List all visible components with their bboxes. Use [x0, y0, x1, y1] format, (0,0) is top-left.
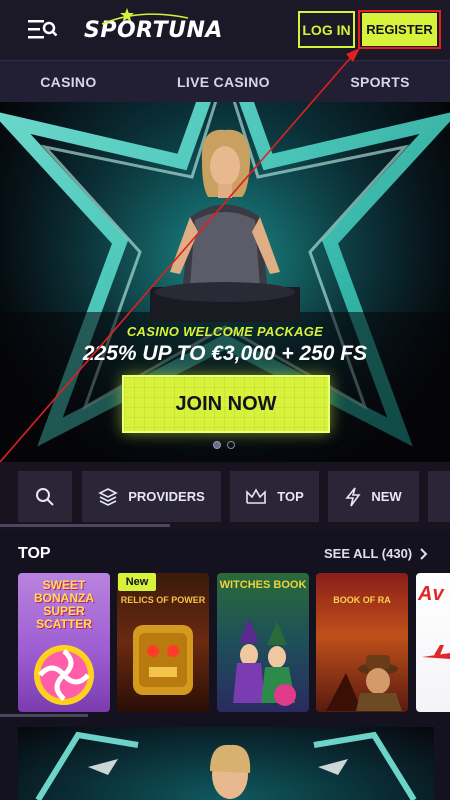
join-now-button[interactable]: JOIN NOW: [122, 375, 330, 433]
hero-subtitle: CASINO WELCOME PACKAGE: [126, 324, 324, 339]
carousel-dots: [213, 441, 235, 449]
golden-idol-graphic: [133, 625, 193, 695]
game-title: RELICS OF POWER: [120, 595, 206, 605]
filter-providers-label: PROVIDERS: [128, 489, 205, 504]
section-title-top: TOP: [18, 545, 51, 562]
filter-providers-button[interactable]: PROVIDERS: [82, 471, 221, 522]
search-icon: [36, 487, 54, 506]
layers-icon: [98, 487, 118, 506]
game-title: BOOK OF RA: [333, 595, 391, 605]
game-title: SWEET BONANZA SUPER SCATTER: [34, 578, 94, 631]
game-tile-relics-of-power[interactable]: RELICS OF POWER: [117, 573, 209, 712]
menu-search-icon[interactable]: [28, 18, 58, 42]
logo-swoosh: [101, 13, 189, 25]
hero-banner[interactable]: CASINO WELCOME PACKAGE 225% UP TO €3,000…: [0, 102, 450, 462]
see-all-link[interactable]: SEE ALL (430): [324, 546, 428, 561]
filter-top-button[interactable]: TOP: [230, 471, 319, 522]
see-all-label: SEE ALL (430): [324, 546, 413, 561]
game-title: WITCHES BOOK: [219, 579, 307, 591]
tiles-scroll-indicator: [0, 714, 88, 717]
plane-graphic: [422, 645, 450, 659]
carousel-dot-1[interactable]: [213, 441, 221, 449]
login-button[interactable]: LOG IN: [298, 11, 355, 48]
hero-title: 225% UP TO €3,000 + 250 FS: [82, 342, 368, 365]
lightning-icon: [345, 487, 361, 506]
hero-model-image: [150, 129, 300, 322]
crown-icon: [246, 487, 267, 504]
nav-casino[interactable]: CASINO: [40, 74, 96, 90]
carousel-dot-2[interactable]: [227, 441, 235, 449]
nav-sports[interactable]: SPORTS: [350, 74, 409, 90]
game-tile-aviator[interactable]: Av: [416, 573, 450, 712]
witches-graphic: [233, 618, 296, 706]
filter-search-button[interactable]: [18, 471, 72, 522]
lollipop-graphic: [34, 645, 94, 705]
new-badge: New: [118, 573, 156, 591]
filter-new-button[interactable]: NEW: [328, 471, 419, 522]
logo[interactable]: SPORTUNA: [84, 8, 223, 46]
main-nav: CASINO LIVE CASINO SPORTS: [0, 60, 450, 102]
nav-live-casino[interactable]: LIVE CASINO: [177, 74, 270, 90]
filters-scroll-indicator: [0, 524, 170, 527]
game-tile-sweet-bonanza[interactable]: SWEET BONANZA SUPER SCATTER: [18, 573, 110, 712]
promo-banner-2[interactable]: [18, 727, 434, 800]
register-button[interactable]: REGISTER: [362, 13, 437, 46]
game-title-partial: Av: [418, 583, 444, 605]
game-filters: PROVIDERS TOP NEW: [0, 462, 450, 530]
filter-more-button[interactable]: [428, 471, 450, 522]
filter-top-label: TOP: [277, 489, 304, 504]
register-button-highlight: REGISTER: [358, 10, 441, 49]
banner-star-graphic: [35, 731, 417, 800]
game-tile-book-of-ra[interactable]: BOOK OF RA: [316, 573, 408, 712]
chevron-right-icon: [420, 547, 428, 560]
header: SPORTUNA LOG IN REGISTER: [0, 0, 450, 60]
explorer-graphic: [326, 655, 402, 711]
filter-new-label: NEW: [371, 489, 402, 504]
game-tile-witches-book[interactable]: WITCHES BOOK: [217, 573, 309, 712]
